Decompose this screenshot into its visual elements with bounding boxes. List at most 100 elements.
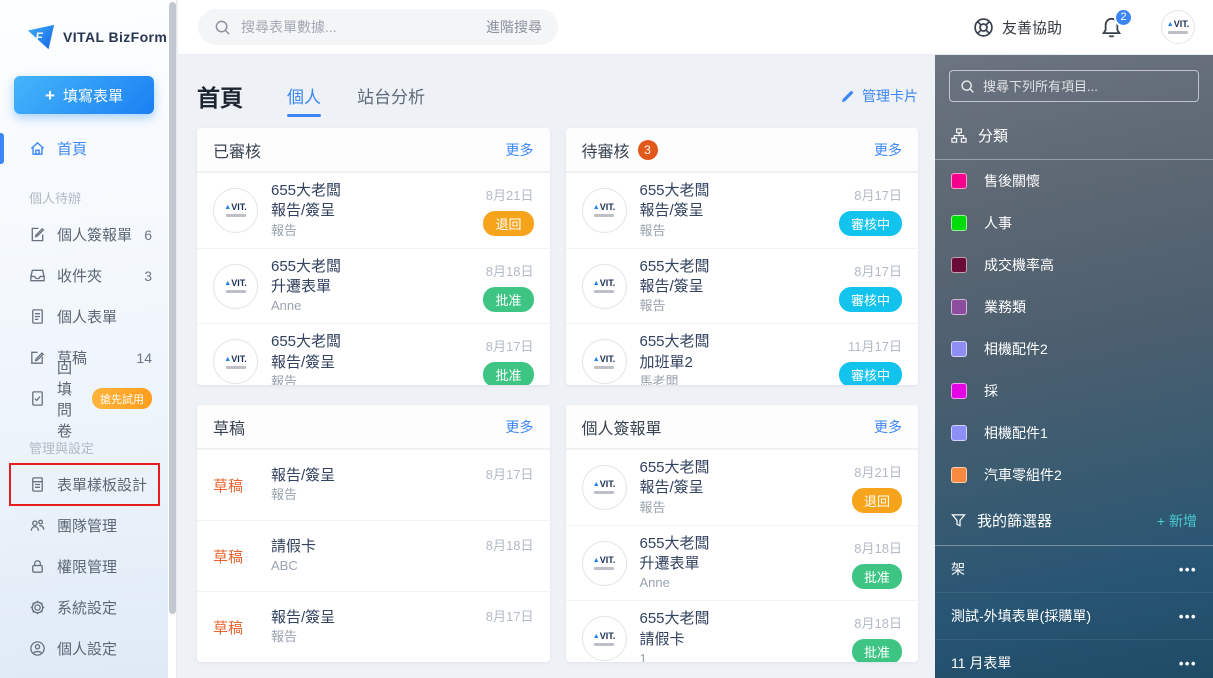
category-label: 成交機率高 <box>984 255 1054 275</box>
plus-icon: + <box>45 87 55 104</box>
document-icon <box>29 308 46 325</box>
status-badge: 批准 <box>483 362 533 385</box>
item-form: 加班單2 <box>640 353 839 373</box>
list-item[interactable]: ▲VIT. 655大老闆 升遷表單 Anne 8月18日 批准 <box>566 525 919 601</box>
add-filter-link[interactable]: + 新增 <box>1157 511 1197 531</box>
category-item[interactable]: 相機配件1 <box>935 412 1213 454</box>
avatar: ▲VIT. <box>213 339 258 384</box>
create-form-button[interactable]: + 填寫表單 <box>14 76 154 114</box>
panel-search-input[interactable] <box>983 79 1188 94</box>
category-item[interactable]: 成交機率高 <box>935 244 1213 286</box>
lifebuoy-icon <box>973 17 994 38</box>
list-item[interactable]: ▲VIT. 655大老闆 報告/簽呈 報告 8月17日 審核中 <box>566 248 919 324</box>
status-badge: 審核中 <box>839 211 902 236</box>
more-options-icon[interactable]: ••• <box>1179 562 1197 577</box>
filter-item[interactable]: 測試-外填表單(採購單) ••• <box>935 593 1213 640</box>
list-item[interactable]: ▲VIT. 655大老闆 報告/簽呈 報告 8月21日 退回 <box>566 449 919 525</box>
item-date: 8月17日 <box>854 185 902 204</box>
sidebar-item-system-settings[interactable]: 系統設定 <box>0 587 168 628</box>
category-item[interactable]: 相機配件2 <box>935 328 1213 370</box>
tab-site-analytics[interactable]: 站台分析 <box>357 83 425 117</box>
sidebar-item-team-management[interactable]: 團隊管理 <box>0 505 168 546</box>
item-sub: 報告 <box>271 628 486 646</box>
item-date: 8月17日 <box>486 464 534 483</box>
more-options-icon[interactable]: ••• <box>1179 609 1197 624</box>
list-item[interactable]: ▲VIT. 655大老闆 報告/簽呈 報告 8月17日 審核中 <box>566 172 919 248</box>
status-badge: 批准 <box>852 639 902 662</box>
item-count: 6 <box>144 227 152 243</box>
filter-label: 11 月表單 <box>951 653 1011 673</box>
avatar: ▲VIT. <box>582 339 627 384</box>
funnel-icon <box>951 513 966 528</box>
manage-cards-link[interactable]: 管理卡片 <box>840 86 918 106</box>
global-search[interactable]: 進階搜尋 <box>198 9 558 45</box>
sitemap-icon <box>951 128 967 144</box>
draft-pen-icon <box>29 349 46 366</box>
list-item[interactable]: 草稿 報告/簽呈 報告 8月17日 <box>197 591 550 662</box>
scrollbar-thumb[interactable] <box>169 2 176 614</box>
sidebar-item-drafts[interactable]: 草稿 14 <box>0 337 168 378</box>
item-date: 8月17日 <box>486 606 534 625</box>
avatar: ▲VIT. <box>582 616 627 661</box>
category-item[interactable]: 業務類 <box>935 286 1213 328</box>
more-link[interactable]: 更多 <box>506 140 534 160</box>
sidebar-item-personal-settings[interactable]: 個人設定 <box>0 628 168 669</box>
sidebar-item-personal-approvals[interactable]: 個人簽報單 6 <box>0 214 168 255</box>
list-item[interactable]: 草稿 請假卡 ABC 8月18日 <box>197 520 550 591</box>
search-input[interactable] <box>241 19 476 35</box>
list-item[interactable]: ▲VIT. 655大老闆 請假卡 1 8月18日 批准 <box>566 600 919 662</box>
card-reviewed: 已審核 更多 ▲VIT. 655大老闆 報告/簽呈 報告 8月21日 退回 <box>197 128 550 385</box>
avatar: ▲VIT. <box>582 465 627 510</box>
tab-personal[interactable]: 個人 <box>287 83 321 117</box>
item-sub: 1 <box>640 650 852 662</box>
category-item[interactable]: 採 <box>935 370 1213 412</box>
sidebar-item-inbox[interactable]: 收件夾 3 <box>0 255 168 296</box>
category-label: 汽車零組件2 <box>984 465 1062 485</box>
sidebar-item-surveys[interactable]: 回填問卷 搶先試用 <box>0 378 168 419</box>
list-item[interactable]: ▲VIT. 655大老闆 加班單2 馬老闆 11月17日 審核中 <box>566 323 919 385</box>
filter-item[interactable]: 架 ••• <box>935 546 1213 593</box>
list-item[interactable]: ▲VIT. 655大老闆 升遷表單 Anne 8月18日 批准 <box>197 248 550 324</box>
item-title: 655大老闆 <box>640 458 852 478</box>
item-form: 報告/簽呈 <box>271 608 486 628</box>
search-icon <box>214 19 231 36</box>
list-item[interactable]: ▲VIT. 655大老闆 報告/簽呈 報告 8月21日 退回 <box>197 172 550 248</box>
card-title: 待審核 <box>582 138 630 162</box>
item-sub: 報告 <box>640 297 839 315</box>
trial-badge: 搶先試用 <box>92 388 152 409</box>
card-personal-approvals: 個人簽報單 更多 ▲VIT. 655大老闆 報告/簽呈 報告 8月21日 退回 <box>566 405 919 662</box>
sidebar-item-personal-forms[interactable]: 個人表單 <box>0 296 168 337</box>
more-link[interactable]: 更多 <box>874 417 902 437</box>
status-badge: 審核中 <box>839 287 902 312</box>
category-label: 售後關懷 <box>984 171 1040 191</box>
panel-search[interactable] <box>949 70 1199 102</box>
item-form: 請假卡 <box>271 537 486 557</box>
list-item[interactable]: 草稿 報告/簽呈 報告 8月17日 <box>197 449 550 520</box>
sidebar-item-home[interactable]: 首頁 <box>0 128 168 169</box>
item-title: 655大老闆 <box>640 534 852 554</box>
filter-item[interactable]: 11 月表單 ••• <box>935 640 1213 678</box>
user-avatar[interactable]: ▲VIT. <box>1161 10 1195 44</box>
category-label: 採 <box>984 381 998 401</box>
category-item[interactable]: 售後關懷 <box>935 160 1213 202</box>
filter-label: 測試-外填表單(採購單) <box>951 606 1091 626</box>
more-link[interactable]: 更多 <box>506 417 534 437</box>
category-item[interactable]: 人事 <box>935 202 1213 244</box>
more-options-icon[interactable]: ••• <box>1179 656 1197 671</box>
category-item[interactable]: 汽車零組件2 <box>935 454 1213 496</box>
item-sub: 報告 <box>271 222 483 240</box>
sidebar-item-permissions[interactable]: 權限管理 <box>0 546 168 587</box>
help-link[interactable]: 友善協助 <box>973 17 1062 38</box>
more-link[interactable]: 更多 <box>874 140 902 160</box>
content-header: 首頁 個人 站台分析 管理卡片 <box>178 55 935 113</box>
active-indicator <box>0 133 4 164</box>
sidebar-item-form-template-design[interactable]: 表單樣板設計 <box>0 464 168 505</box>
template-doc-icon <box>29 476 46 493</box>
draft-tag: 草稿 <box>213 546 258 567</box>
topbar-actions: 友善協助 2 ▲VIT. <box>973 10 1213 44</box>
sidebar-scrollbar[interactable] <box>168 0 177 678</box>
advanced-search-link[interactable]: 進階搜尋 <box>486 17 542 37</box>
list-item[interactable]: ▲VIT. 655大老闆 報告/簽呈 報告 8月17日 批准 <box>197 323 550 385</box>
app-window: F VITAL BizForm + 填寫表單 首頁 個人待辦 個人簽報單 <box>0 0 1213 678</box>
notifications-button[interactable]: 2 <box>1100 16 1123 39</box>
